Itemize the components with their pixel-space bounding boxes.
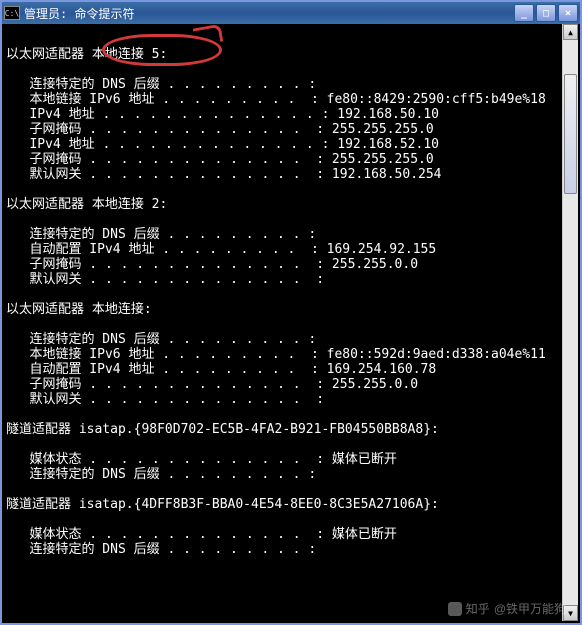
cmd-window: C:\ 管理员: 命令提示符 _ □ × 以太网适配器 本地连接 5: 连接特定… <box>0 0 582 625</box>
titlebar[interactable]: C:\ 管理员: 命令提示符 _ □ × <box>2 2 580 24</box>
title-app: 命令提示符 <box>74 7 134 21</box>
watermark-site: 知乎 <box>466 600 490 617</box>
title-prefix: 管理员: <box>24 7 74 21</box>
window-title: 管理员: 命令提示符 <box>24 5 514 22</box>
cmd-icon: C:\ <box>4 6 20 20</box>
watermark: 知 知乎 @铁甲万能狗 <box>448 600 566 617</box>
minimize-button[interactable]: _ <box>514 4 534 22</box>
scroll-up-arrow[interactable]: ▲ <box>563 24 578 40</box>
window-buttons: _ □ × <box>514 4 578 22</box>
zhihu-icon: 知 <box>448 602 462 616</box>
watermark-author: @铁甲万能狗 <box>494 600 566 617</box>
scroll-thumb[interactable] <box>564 74 577 194</box>
close-button[interactable]: × <box>558 4 578 22</box>
console-output: 以太网适配器 本地连接 5: 连接特定的 DNS 后缀 . . . . . . … <box>2 24 580 623</box>
maximize-button[interactable]: □ <box>536 4 556 22</box>
vertical-scrollbar[interactable]: ▲ ▼ <box>562 24 578 621</box>
